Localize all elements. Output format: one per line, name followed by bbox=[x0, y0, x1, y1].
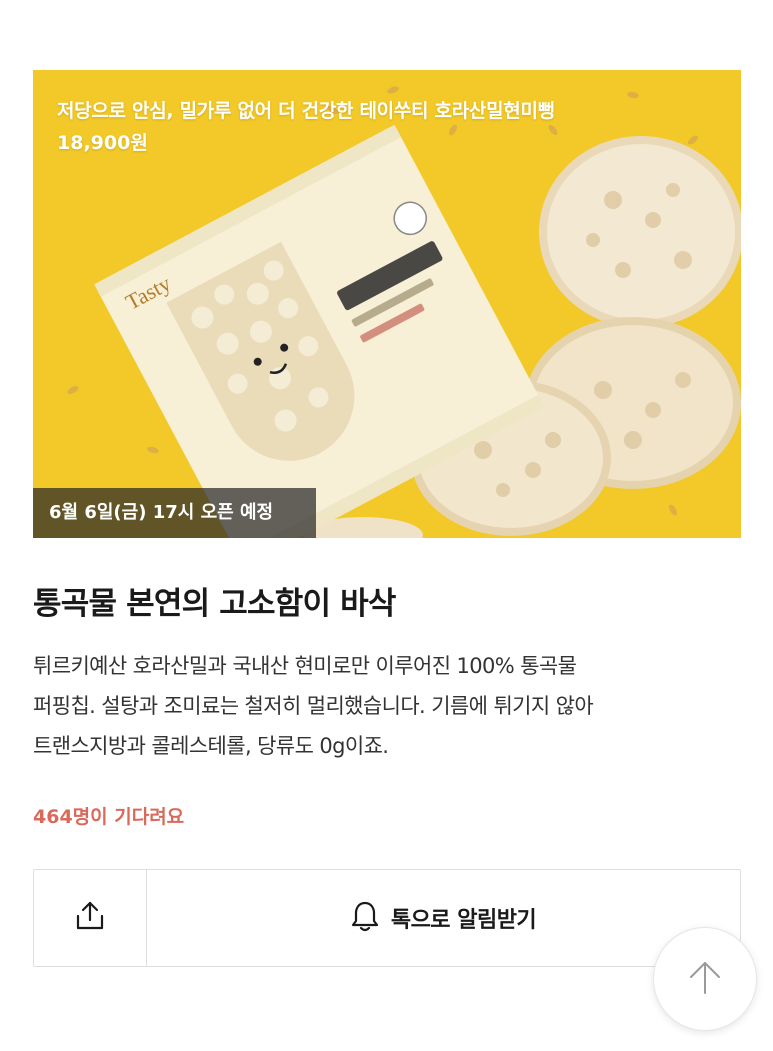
kakao-notify-button[interactable]: 톡으로 알림받기 bbox=[147, 870, 740, 966]
description-line: 튀르키예산 호라산밀과 국내산 현미로만 이루어진 100% 통곡물 bbox=[33, 654, 577, 678]
waiting-count: 464명이 기다려요 bbox=[33, 806, 185, 828]
arrow-up-icon bbox=[685, 957, 725, 1001]
product-hero-image[interactable]: Tasty 저당으로 안심, 밀가루 없어 더 건강한 테이쑤티 호라산밀현미뻥… bbox=[33, 70, 741, 538]
product-description: 튀르키예산 호라산밀과 국내산 현미로만 이루어진 100% 통곡물 퍼핑칩. … bbox=[33, 646, 745, 766]
share-icon bbox=[73, 899, 107, 937]
product-headline: 통곡물 본연의 고소함이 바삭 bbox=[33, 586, 396, 622]
description-line: 퍼핑칩. 설탕과 조미료는 철저히 멀리했습니다. 기름에 튀기지 않아 bbox=[33, 694, 594, 718]
open-date-badge: 6월 6일(금) 17시 오픈 예정 bbox=[33, 488, 316, 538]
bell-icon bbox=[351, 900, 379, 936]
scroll-to-top-button[interactable] bbox=[653, 927, 757, 1031]
hero-title: 저당으로 안심, 밀가루 없어 더 건강한 테이쑤티 호라산밀현미뻥 bbox=[57, 100, 555, 122]
action-bar: 톡으로 알림받기 bbox=[33, 869, 741, 967]
hero-price: 18,900원 bbox=[57, 132, 148, 154]
description-line: 트랜스지방과 콜레스테롤, 당류도 0g이죠. bbox=[33, 734, 389, 758]
share-button[interactable] bbox=[34, 870, 147, 966]
notify-label: 톡으로 알림받기 bbox=[390, 908, 537, 933]
